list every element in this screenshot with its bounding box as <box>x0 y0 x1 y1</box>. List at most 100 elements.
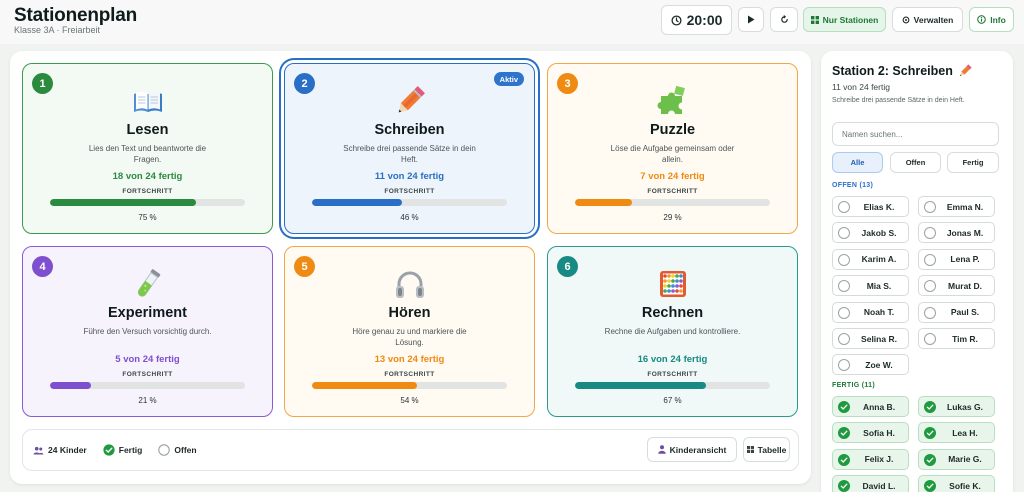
empty-circle-icon[interactable] <box>838 253 850 266</box>
kid-open-item[interactable]: Emma N. <box>918 196 995 217</box>
check-circle-icon <box>103 444 115 456</box>
done-section-label: FERTIG (11) <box>832 382 875 389</box>
play-button[interactable] <box>738 7 764 32</box>
progress-percent: 54 % <box>400 396 419 405</box>
kid-done-item[interactable]: Sofie K. <box>918 475 995 492</box>
station-card-3[interactable]: 3 Puzzle Löse die Aufgabe gemeinsam oder… <box>547 63 798 234</box>
kid-done-item[interactable]: David L. <box>832 475 909 492</box>
kid-name: Paul S. <box>950 307 980 318</box>
station-card-5[interactable]: 5 Hören Höre genau zu und markiere die L… <box>284 246 535 417</box>
kid-open-item[interactable]: Jonas M. <box>918 222 995 244</box>
kid-done-item[interactable]: Anna B. <box>832 396 909 417</box>
station-done-count: 16 von 24 fertig <box>637 354 708 365</box>
station-description: Löse die Aufgabe gemeinsam oder allein. <box>610 144 735 164</box>
kid-open-item[interactable]: Paul S. <box>918 301 995 323</box>
kids-count: 24 Kinder <box>48 445 87 455</box>
progress-label: FORTSCHRITT <box>122 188 173 195</box>
progress-bar <box>575 199 770 206</box>
book-icon <box>23 84 272 118</box>
kid-name: Selina R. <box>861 333 897 344</box>
only-stations-button[interactable]: Nur Stationen <box>803 7 886 32</box>
empty-circle-icon[interactable] <box>924 253 936 266</box>
station-description: Höre genau zu und markiere die Lösung. <box>352 327 467 347</box>
kid-open-item[interactable]: Noah T. <box>832 301 909 323</box>
kid-name: Jonas M. <box>946 227 984 238</box>
station-card-2[interactable]: 2 Aktiv Schreiben Schreibe drei passende… <box>284 63 535 234</box>
kid-open-item[interactable]: Jakob S. <box>832 222 909 244</box>
check-circle-icon[interactable] <box>838 453 850 466</box>
empty-circle-icon[interactable] <box>838 359 850 372</box>
station-card-1[interactable]: 1 Lesen Lies den Text und beantworte die… <box>22 63 273 234</box>
timer-value: 20:00 <box>686 12 723 28</box>
check-circle-icon[interactable] <box>924 427 936 440</box>
kid-done-item[interactable]: Felix J. <box>832 448 909 470</box>
empty-circle-icon[interactable] <box>838 280 850 293</box>
kid-open-item[interactable]: Tim R. <box>918 328 995 349</box>
progress-bar <box>312 199 507 206</box>
kid-open-item[interactable]: Mia S. <box>832 275 909 297</box>
open-section-label: OFFEN (13) <box>832 182 874 189</box>
filter-all[interactable]: Alle <box>832 152 883 173</box>
kid-open-item[interactable]: Karim A. <box>832 248 909 270</box>
kid-open-item[interactable]: Selina R. <box>832 328 909 349</box>
check-circle-icon[interactable] <box>838 427 850 440</box>
filter-open[interactable]: Offen <box>890 152 941 173</box>
check-circle-icon[interactable] <box>924 401 936 413</box>
empty-circle-icon[interactable] <box>924 201 936 213</box>
kid-done-item[interactable]: Lea H. <box>918 422 995 444</box>
station-name: Puzzle <box>649 122 696 138</box>
class-subtitle: Klasse 3A · Freiarbeit <box>14 25 101 35</box>
abacus-icon <box>548 267 797 301</box>
manage-button[interactable]: Verwalten <box>892 7 963 32</box>
reset-button[interactable] <box>770 7 798 32</box>
pencil-icon <box>959 64 972 76</box>
kids-view-label: Kinderansicht <box>669 444 727 455</box>
kid-done-item[interactable]: Sofia H. <box>832 422 909 444</box>
progress-fill <box>312 199 402 206</box>
station-name: Hören <box>388 305 431 321</box>
check-circle-icon[interactable] <box>924 480 936 492</box>
only-stations-label: Nur Stationen <box>822 14 879 25</box>
kid-name: Murat D. <box>948 280 982 291</box>
empty-circle-icon[interactable] <box>924 227 936 240</box>
filter-done[interactable]: Fertig <box>947 152 999 173</box>
empty-circle-icon[interactable] <box>838 333 850 345</box>
check-circle-icon[interactable] <box>838 401 850 413</box>
progress-label: FORTSCHRITT <box>647 371 698 378</box>
empty-circle-icon[interactable] <box>838 306 850 319</box>
search-input[interactable] <box>832 122 999 146</box>
kids-view-button[interactable]: Kinderansicht <box>647 437 737 462</box>
station-name: Rechnen <box>641 305 704 321</box>
timer-display[interactable]: 20:00 <box>661 5 732 35</box>
empty-circle-icon[interactable] <box>838 201 850 213</box>
progress-percent: 46 % <box>400 213 419 222</box>
kid-done-item[interactable]: Marie G. <box>918 448 995 470</box>
progress-bar <box>575 382 770 389</box>
progress-percent: 21 % <box>138 396 157 405</box>
station-name: Experiment <box>108 305 187 321</box>
kid-name: Anna B. <box>862 401 896 412</box>
progress-fill <box>50 382 91 389</box>
headphones-icon <box>285 267 534 301</box>
empty-circle-icon <box>158 444 171 456</box>
kid-open-item[interactable]: Zoe W. <box>832 354 909 376</box>
empty-circle-icon[interactable] <box>924 306 936 319</box>
table-button[interactable]: Tabelle <box>743 437 790 462</box>
progress-label: FORTSCHRITT <box>384 188 435 195</box>
person-icon <box>657 445 666 454</box>
station-description: Schreibe drei passende Sätze in dein Hef… <box>343 144 476 164</box>
kid-name: Mia S. <box>866 280 892 291</box>
station-card-6[interactable]: 6 Rechnen Rechne die Aufgaben und kontro… <box>547 246 798 417</box>
empty-circle-icon[interactable] <box>924 280 936 293</box>
check-circle-icon[interactable] <box>838 480 850 492</box>
empty-circle-icon[interactable] <box>838 227 850 240</box>
kid-open-item[interactable]: Elias K. <box>832 196 909 217</box>
kid-open-item[interactable]: Murat D. <box>918 275 995 297</box>
kid-done-item[interactable]: Lukas G. <box>918 396 995 417</box>
kid-open-item[interactable]: Lena P. <box>918 248 995 270</box>
info-button[interactable]: Info <box>969 7 1014 32</box>
station-done-count: 13 von 24 fertig <box>374 354 445 365</box>
empty-circle-icon[interactable] <box>924 333 936 345</box>
check-circle-icon[interactable] <box>924 453 936 466</box>
station-card-4[interactable]: 4 Experiment Führe den Versuch vorsichti… <box>22 246 273 417</box>
